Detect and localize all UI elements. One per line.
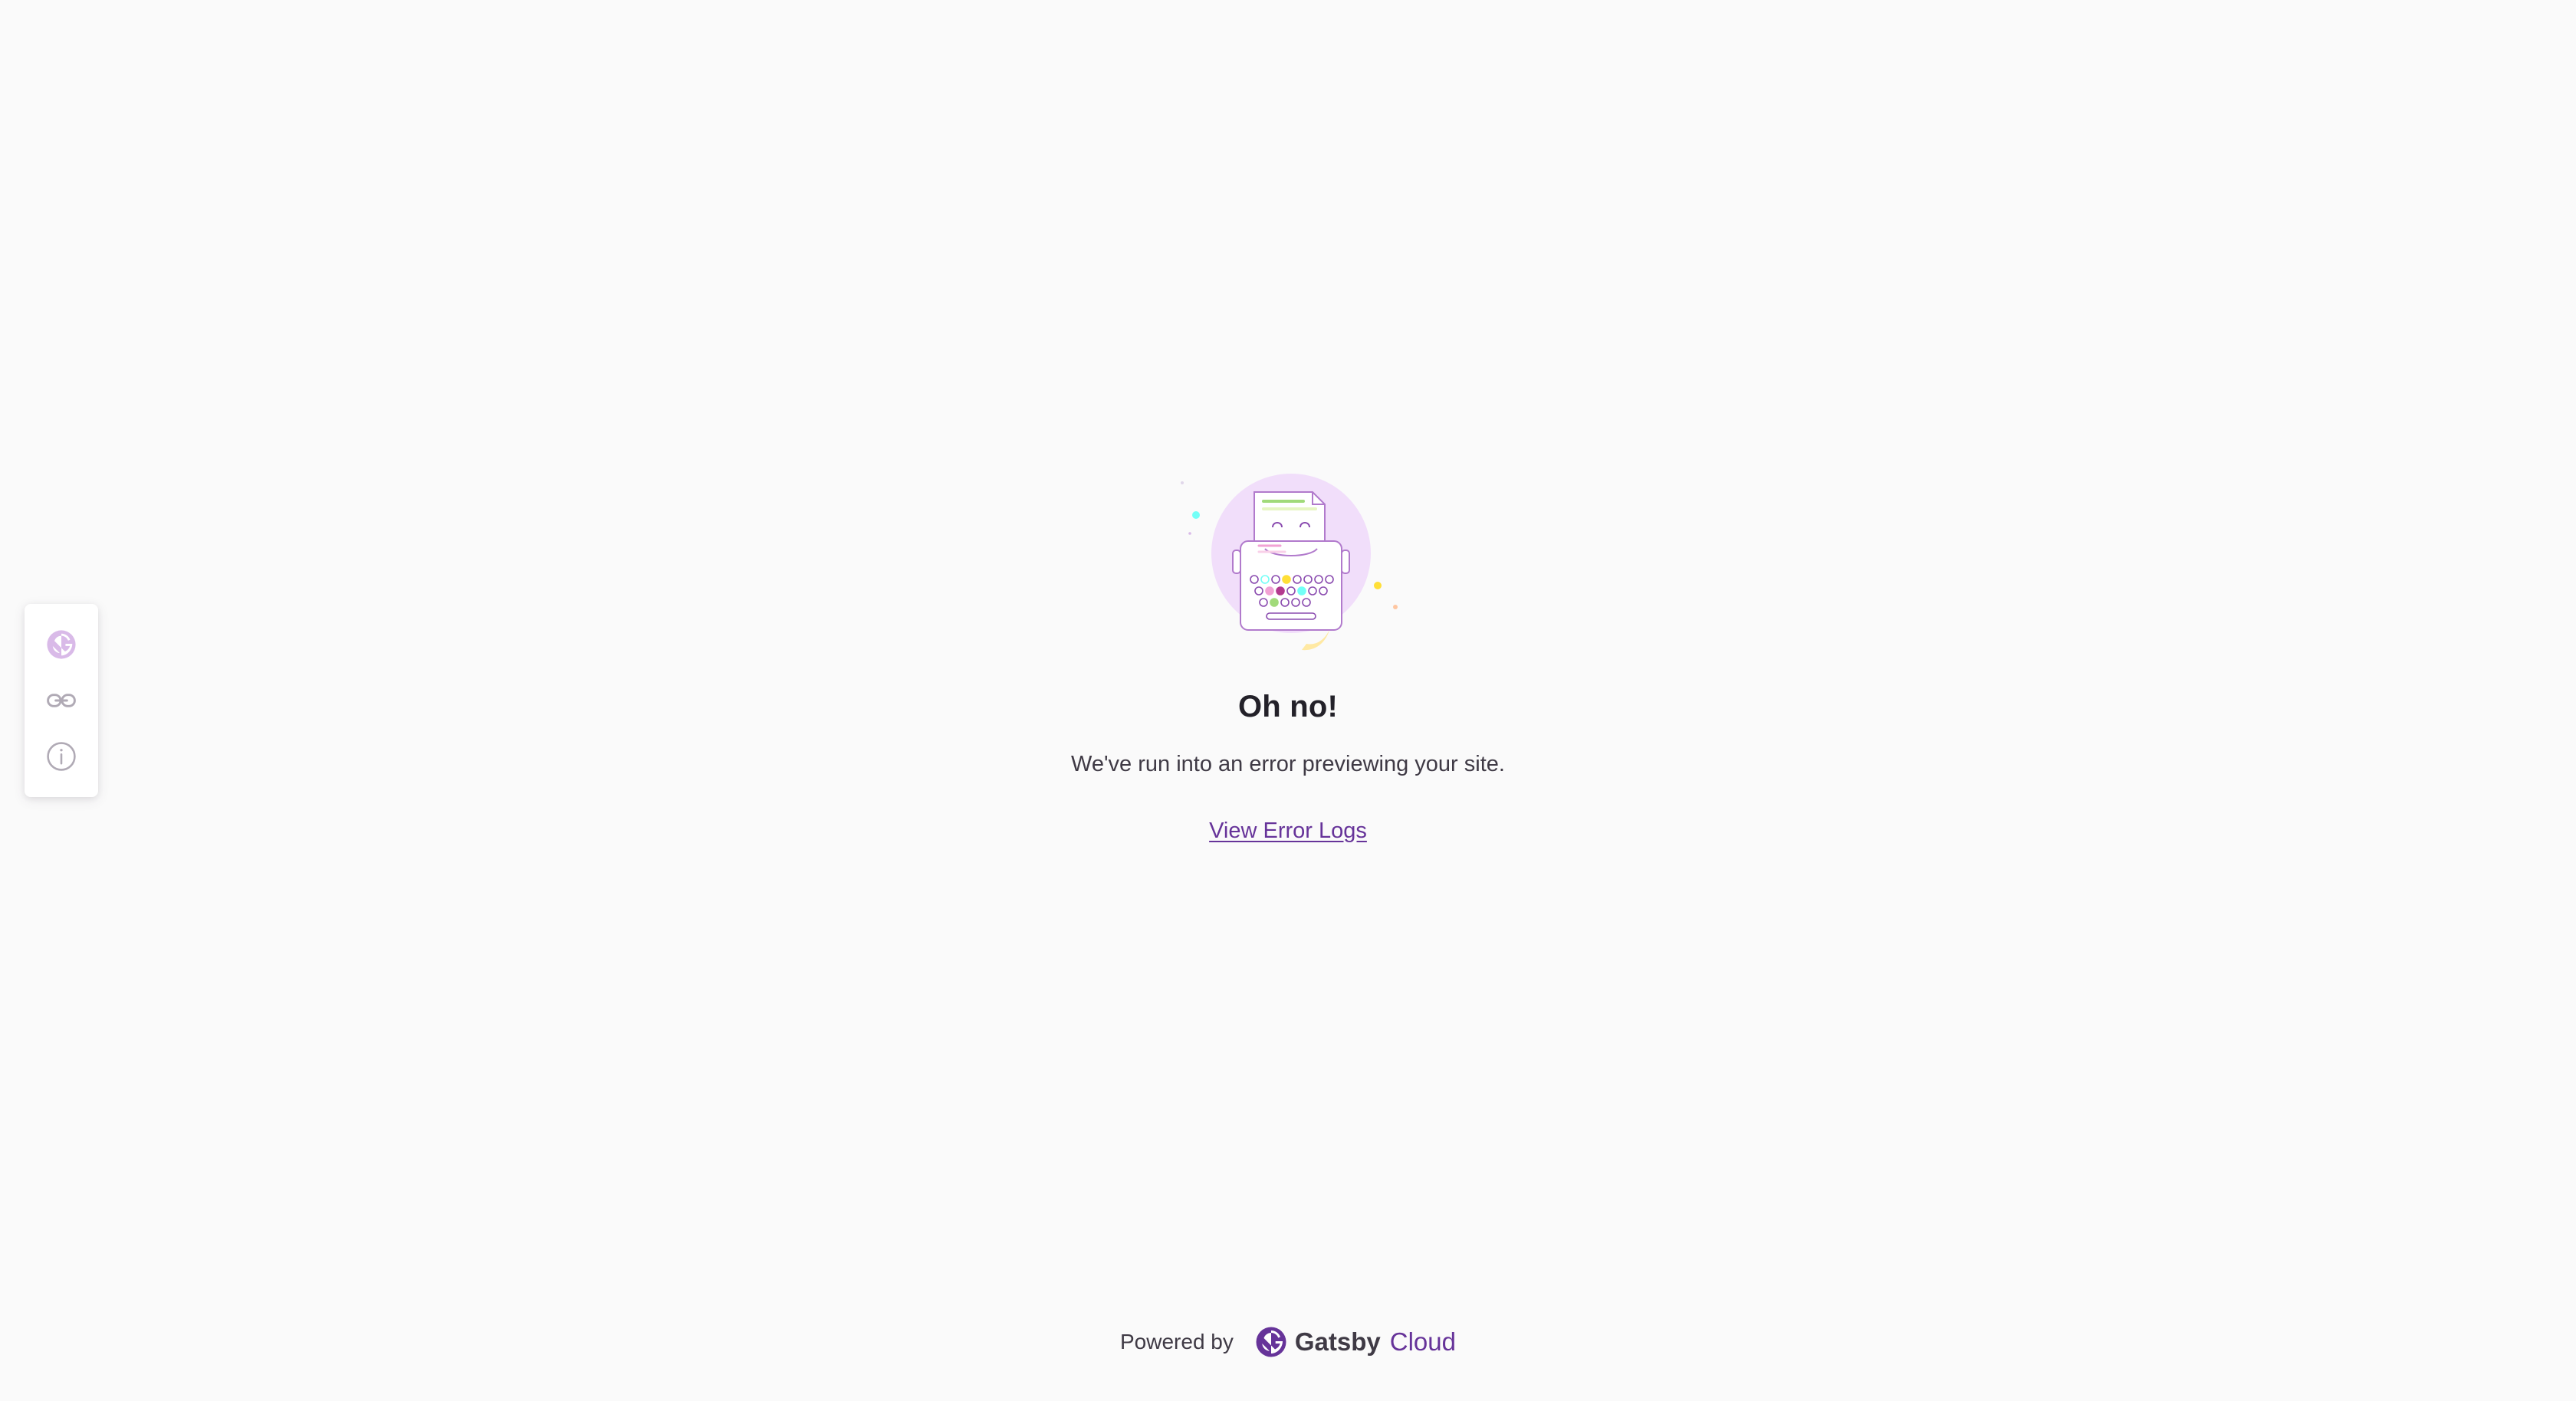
brand-name: Gatsby [1294, 1327, 1381, 1356]
error-content: Oh no! We've run into an error previewin… [0, 460, 2576, 844]
error-title: Oh no! [1237, 690, 1339, 723]
gatsby-cloud-logo[interactable]: Gatsby Cloud [1255, 1326, 1456, 1358]
brand-suffix: Cloud [1389, 1327, 1456, 1356]
gatsby-brand-icon [1256, 1327, 1286, 1357]
error-message: We've run into an error previewing your … [1071, 752, 1505, 776]
footer: Powered by Gatsby Cloud [0, 1326, 2576, 1358]
powered-by-label: Powered by [1120, 1330, 1234, 1353]
view-error-logs-link[interactable]: View Error Logs [1209, 819, 1367, 844]
typewriter-illustration [1181, 474, 1398, 651]
preview-error-page: Oh no! We've run into an error previewin… [0, 0, 2576, 1401]
